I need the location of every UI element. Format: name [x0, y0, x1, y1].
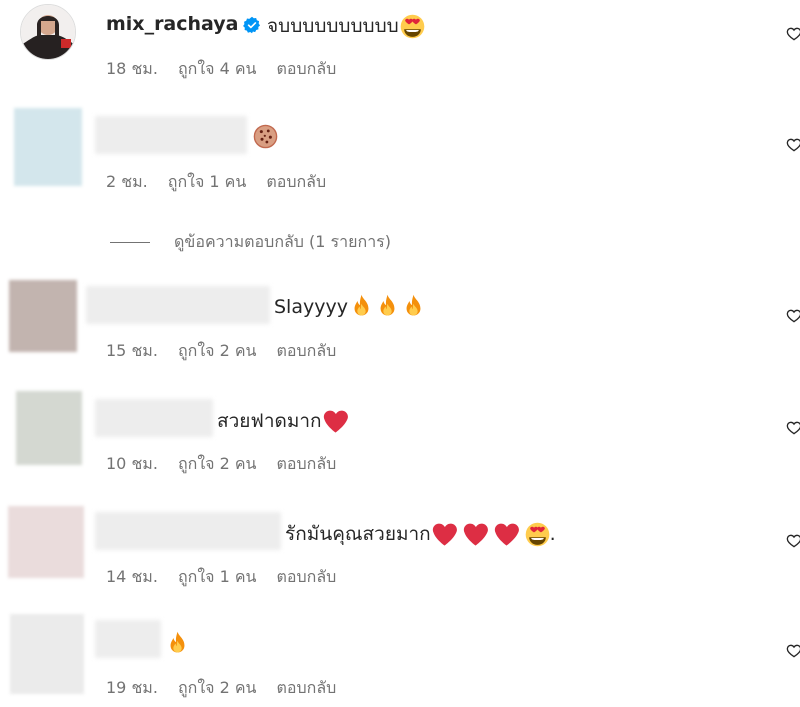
fire-emoji-icon — [375, 294, 400, 319]
likes-count[interactable]: ถูกใจ 2 คน — [178, 452, 257, 477]
comment-time[interactable]: 15 ชม. — [106, 339, 158, 364]
comment-item: 2 ชม. ถูกใจ 1 คน ตอบกลับ — [0, 100, 800, 200]
comment-text — [252, 124, 278, 149]
view-replies-label[interactable]: ดูข้อความตอบกลับ (1 รายการ) — [174, 230, 391, 255]
like-heart-icon[interactable] — [786, 533, 800, 549]
likes-count[interactable]: ถูกใจ 2 คน — [178, 676, 257, 701]
comment-item: 19 ชม. ถูกใจ 2 คน ตอบกลับ — [0, 608, 800, 707]
like-heart-icon[interactable] — [786, 26, 800, 42]
comment-item: รักมันคุณสวยมาก . 14 ชม. ถูกใจ 1 คน ตอบก… — [0, 498, 800, 598]
heart-eyes-emoji-icon — [400, 14, 425, 39]
comment-text-body: จบบบบบบบบบบ — [267, 15, 399, 37]
likes-count[interactable]: ถูกใจ 2 คน — [178, 339, 257, 364]
like-heart-icon[interactable] — [786, 308, 800, 324]
reply-button[interactable]: ตอบกลับ — [277, 339, 337, 364]
comment-meta: 2 ชม. ถูกใจ 1 คน ตอบกลับ — [106, 170, 326, 195]
reply-button[interactable]: ตอบกลับ — [277, 676, 337, 701]
comment-text-body: Slayyyy — [274, 295, 348, 318]
avatar[interactable] — [16, 391, 82, 465]
comment-item: mix_rachaya จบบบบบบบบบบ 18 ชม. ถูกใจ 4 ค… — [0, 0, 800, 90]
comment-time[interactable]: 10 ชม. — [106, 452, 158, 477]
comment-time[interactable]: 18 ชม. — [106, 57, 158, 82]
comment-time[interactable]: 2 ชม. — [106, 170, 148, 195]
heart-eyes-emoji-icon — [525, 522, 550, 547]
red-heart-emoji-icon — [432, 522, 457, 547]
likes-count[interactable]: ถูกใจ 1 คน — [168, 170, 247, 195]
comment-trailing-text: . — [549, 523, 556, 545]
username[interactable]: mix_rachaya — [106, 13, 267, 35]
likes-count[interactable]: ถูกใจ 1 คน — [178, 565, 257, 590]
reply-button[interactable]: ตอบกลับ — [277, 565, 337, 590]
fire-emoji-icon — [165, 631, 190, 656]
divider-line — [110, 242, 150, 243]
fire-emoji-icon — [349, 294, 374, 319]
avatar[interactable] — [10, 614, 84, 694]
like-heart-icon[interactable] — [786, 643, 800, 659]
comment-text: จบบบบบบบบบบ — [267, 11, 425, 41]
likes-count[interactable]: ถูกใจ 4 คน — [178, 57, 257, 82]
comment-meta: 15 ชม. ถูกใจ 2 คน ตอบกลับ — [106, 339, 336, 364]
avatar[interactable] — [8, 506, 84, 578]
comment-text-body: สวยฟาดมาก — [217, 410, 322, 432]
username-blurred[interactable] — [86, 286, 270, 324]
reply-button[interactable]: ตอบกลับ — [277, 452, 337, 477]
comment-item: สวยฟาดมาก 10 ชม. ถูกใจ 2 คน ตอบกลับ — [0, 385, 800, 485]
red-heart-emoji-icon — [463, 522, 488, 547]
username-blurred[interactable] — [95, 399, 213, 437]
avatar[interactable] — [14, 108, 82, 186]
avatar[interactable] — [9, 280, 77, 352]
avatar[interactable] — [20, 4, 76, 60]
reply-button[interactable]: ตอบกลับ — [266, 170, 326, 195]
comment-text-body: รักมันคุณสวยมาก — [285, 523, 431, 545]
red-heart-emoji-icon — [323, 409, 348, 434]
username-blurred[interactable] — [95, 620, 161, 658]
username-blurred[interactable] — [95, 116, 247, 154]
comment-time[interactable]: 14 ชม. — [106, 565, 158, 590]
comment-text: รักมันคุณสวยมาก . — [285, 519, 556, 549]
like-heart-icon[interactable] — [786, 420, 800, 436]
username-blurred[interactable] — [95, 512, 281, 550]
comment-meta: 18 ชม. ถูกใจ 4 คน ตอบกลับ — [106, 57, 336, 82]
comment-meta: 19 ชม. ถูกใจ 2 คน ตอบกลับ — [106, 676, 336, 701]
comment-meta: 10 ชม. ถูกใจ 2 คน ตอบกลับ — [106, 452, 336, 477]
comment-time[interactable]: 19 ชม. — [106, 676, 158, 701]
comment-text: Slayyyy — [274, 294, 426, 319]
red-heart-emoji-icon — [494, 522, 519, 547]
view-replies-button[interactable]: ดูข้อความตอบกลับ (1 รายการ) — [110, 230, 391, 255]
verified-badge-icon — [242, 16, 260, 33]
cookie-emoji-icon — [253, 124, 278, 149]
reply-button[interactable]: ตอบกลับ — [277, 57, 337, 82]
like-heart-icon[interactable] — [786, 137, 800, 153]
comment-meta: 14 ชม. ถูกใจ 1 คน ตอบกลับ — [106, 565, 336, 590]
comment-item: Slayyyy 15 ชม. ถูกใจ 2 คน ตอบกลับ — [0, 272, 800, 372]
fire-emoji-icon — [401, 294, 426, 319]
comment-text: สวยฟาดมาก — [217, 406, 348, 436]
comment-text — [164, 631, 190, 656]
